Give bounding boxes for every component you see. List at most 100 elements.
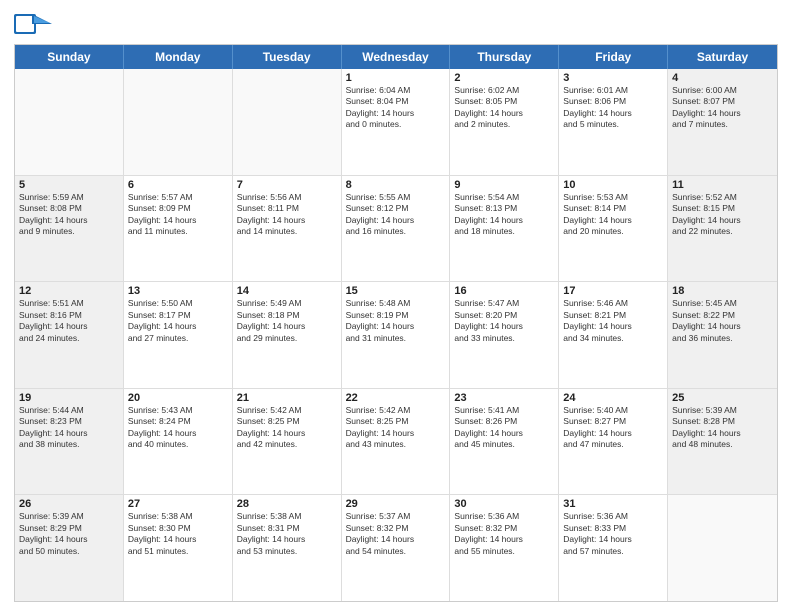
- cell-line-0: Sunrise: 5:39 AM: [19, 511, 119, 522]
- cell-line-1: Sunset: 8:20 PM: [454, 310, 554, 321]
- cell-line-1: Sunset: 8:26 PM: [454, 416, 554, 427]
- calendar-body: 1Sunrise: 6:04 AMSunset: 8:04 PM Daylight…: [15, 69, 777, 601]
- header-day-friday: Friday: [559, 45, 668, 69]
- calendar-week-4: 19Sunrise: 5:44 AMSunset: 8:23 PMDayligh…: [15, 389, 777, 496]
- cell-line-0: Sunrise: 5:51 AM: [19, 298, 119, 309]
- calendar-day-15: 15Sunrise: 5:48 AMSunset: 8:19 PMDayligh…: [342, 282, 451, 388]
- cell-line-3: and 16 minutes.: [346, 226, 446, 237]
- cell-line-3: and 48 minutes.: [672, 439, 773, 450]
- day-number: 22: [346, 392, 446, 404]
- day-number: 5: [19, 179, 119, 191]
- day-number: 13: [128, 285, 228, 297]
- cell-line-3: and 27 minutes.: [128, 333, 228, 344]
- logo-icon: [14, 10, 52, 38]
- calendar-day-9: 9Sunrise: 5:54 AMSunset: 8:13 PMDaylight…: [450, 176, 559, 282]
- header-day-saturday: Saturday: [668, 45, 777, 69]
- calendar-day-16: 16Sunrise: 5:47 AMSunset: 8:20 PMDayligh…: [450, 282, 559, 388]
- cell-line-2: Daylight: 14 hours: [237, 321, 337, 332]
- calendar-day-3: 3Sunrise: 6:01 AMSunset: 8:06 PMDaylight…: [559, 69, 668, 175]
- cell-line-1: Sunset: 8:14 PM: [563, 203, 663, 214]
- cell-line-3: and 11 minutes.: [128, 226, 228, 237]
- cell-line-0: Sunrise: 5:36 AM: [563, 511, 663, 522]
- calendar-day-25: 25Sunrise: 5:39 AMSunset: 8:28 PMDayligh…: [668, 389, 777, 495]
- day-number: 10: [563, 179, 663, 191]
- cell-line-1: Sunset: 8:04 PM: [346, 96, 446, 107]
- cell-line-1: Sunset: 8:11 PM: [237, 203, 337, 214]
- cell-line-1: Sunset: 8:29 PM: [19, 523, 119, 534]
- day-number: 31: [563, 498, 663, 510]
- day-number: 2: [454, 72, 554, 84]
- cell-line-1: Sunset: 8:06 PM: [563, 96, 663, 107]
- calendar-day-28: 28Sunrise: 5:38 AMSunset: 8:31 PMDayligh…: [233, 495, 342, 601]
- cell-line-0: Sunrise: 5:49 AM: [237, 298, 337, 309]
- calendar-day-13: 13Sunrise: 5:50 AMSunset: 8:17 PMDayligh…: [124, 282, 233, 388]
- cell-line-0: Sunrise: 5:50 AM: [128, 298, 228, 309]
- cell-line-1: Sunset: 8:32 PM: [454, 523, 554, 534]
- cell-line-0: Sunrise: 6:04 AM: [346, 85, 446, 96]
- cell-line-0: Sunrise: 5:45 AM: [672, 298, 773, 309]
- cell-line-0: Sunrise: 6:02 AM: [454, 85, 554, 96]
- day-number: 7: [237, 179, 337, 191]
- cell-line-2: Daylight: 14 hours: [563, 321, 663, 332]
- cell-line-1: Sunset: 8:23 PM: [19, 416, 119, 427]
- cell-line-2: Daylight: 14 hours: [454, 428, 554, 439]
- cell-line-3: and 5 minutes.: [563, 119, 663, 130]
- cell-line-1: Sunset: 8:27 PM: [563, 416, 663, 427]
- cell-line-1: Sunset: 8:15 PM: [672, 203, 773, 214]
- calendar-day-4: 4Sunrise: 6:00 AMSunset: 8:07 PMDaylight…: [668, 69, 777, 175]
- cell-line-3: and 22 minutes.: [672, 226, 773, 237]
- cell-line-3: and 38 minutes.: [19, 439, 119, 450]
- cell-line-0: Sunrise: 5:52 AM: [672, 192, 773, 203]
- calendar-week-1: 1Sunrise: 6:04 AMSunset: 8:04 PMDaylight…: [15, 69, 777, 176]
- cell-line-0: Sunrise: 5:47 AM: [454, 298, 554, 309]
- day-number: 1: [346, 72, 446, 84]
- cell-line-1: Sunset: 8:17 PM: [128, 310, 228, 321]
- cell-line-0: Sunrise: 5:38 AM: [237, 511, 337, 522]
- header-day-wednesday: Wednesday: [342, 45, 451, 69]
- cell-line-1: Sunset: 8:28 PM: [672, 416, 773, 427]
- cell-line-3: and 33 minutes.: [454, 333, 554, 344]
- page: SundayMondayTuesdayWednesdayThursdayFrid…: [0, 0, 792, 612]
- cell-line-0: Sunrise: 5:53 AM: [563, 192, 663, 203]
- cell-line-0: Sunrise: 5:39 AM: [672, 405, 773, 416]
- cell-line-2: Daylight: 14 hours: [346, 321, 446, 332]
- calendar-empty-cell: [124, 69, 233, 175]
- cell-line-2: Daylight: 14 hours: [237, 215, 337, 226]
- cell-line-0: Sunrise: 5:42 AM: [237, 405, 337, 416]
- cell-line-3: and 24 minutes.: [19, 333, 119, 344]
- day-number: 6: [128, 179, 228, 191]
- day-number: 27: [128, 498, 228, 510]
- cell-line-3: and 34 minutes.: [563, 333, 663, 344]
- cell-line-0: Sunrise: 5:48 AM: [346, 298, 446, 309]
- cell-line-2: Daylight: 14 hours: [346, 215, 446, 226]
- cell-line-3: and 9 minutes.: [19, 226, 119, 237]
- calendar-day-12: 12Sunrise: 5:51 AMSunset: 8:16 PMDayligh…: [15, 282, 124, 388]
- calendar-day-18: 18Sunrise: 5:45 AMSunset: 8:22 PMDayligh…: [668, 282, 777, 388]
- cell-line-2: Daylight: 14 hours: [128, 428, 228, 439]
- day-number: 29: [346, 498, 446, 510]
- calendar-day-11: 11Sunrise: 5:52 AMSunset: 8:15 PMDayligh…: [668, 176, 777, 282]
- cell-line-1: Sunset: 8:25 PM: [237, 416, 337, 427]
- cell-line-0: Sunrise: 5:56 AM: [237, 192, 337, 203]
- calendar-empty-cell: [15, 69, 124, 175]
- day-number: 23: [454, 392, 554, 404]
- calendar-day-7: 7Sunrise: 5:56 AMSunset: 8:11 PMDaylight…: [233, 176, 342, 282]
- cell-line-1: Sunset: 8:22 PM: [672, 310, 773, 321]
- cell-line-2: Daylight: 14 hours: [237, 534, 337, 545]
- cell-line-3: and 50 minutes.: [19, 546, 119, 557]
- calendar-week-5: 26Sunrise: 5:39 AMSunset: 8:29 PMDayligh…: [15, 495, 777, 601]
- cell-line-2: Daylight: 14 hours: [346, 428, 446, 439]
- calendar-week-3: 12Sunrise: 5:51 AMSunset: 8:16 PMDayligh…: [15, 282, 777, 389]
- cell-line-0: Sunrise: 5:36 AM: [454, 511, 554, 522]
- day-number: 19: [19, 392, 119, 404]
- cell-line-0: Sunrise: 5:42 AM: [346, 405, 446, 416]
- calendar-day-23: 23Sunrise: 5:41 AMSunset: 8:26 PMDayligh…: [450, 389, 559, 495]
- cell-line-2: Daylight: 14 hours: [672, 215, 773, 226]
- cell-line-1: Sunset: 8:21 PM: [563, 310, 663, 321]
- cell-line-2: Daylight: 14 hours: [19, 215, 119, 226]
- cell-line-1: Sunset: 8:19 PM: [346, 310, 446, 321]
- header-day-monday: Monday: [124, 45, 233, 69]
- cell-line-1: Sunset: 8:13 PM: [454, 203, 554, 214]
- cell-line-3: and 57 minutes.: [563, 546, 663, 557]
- calendar-day-29: 29Sunrise: 5:37 AMSunset: 8:32 PMDayligh…: [342, 495, 451, 601]
